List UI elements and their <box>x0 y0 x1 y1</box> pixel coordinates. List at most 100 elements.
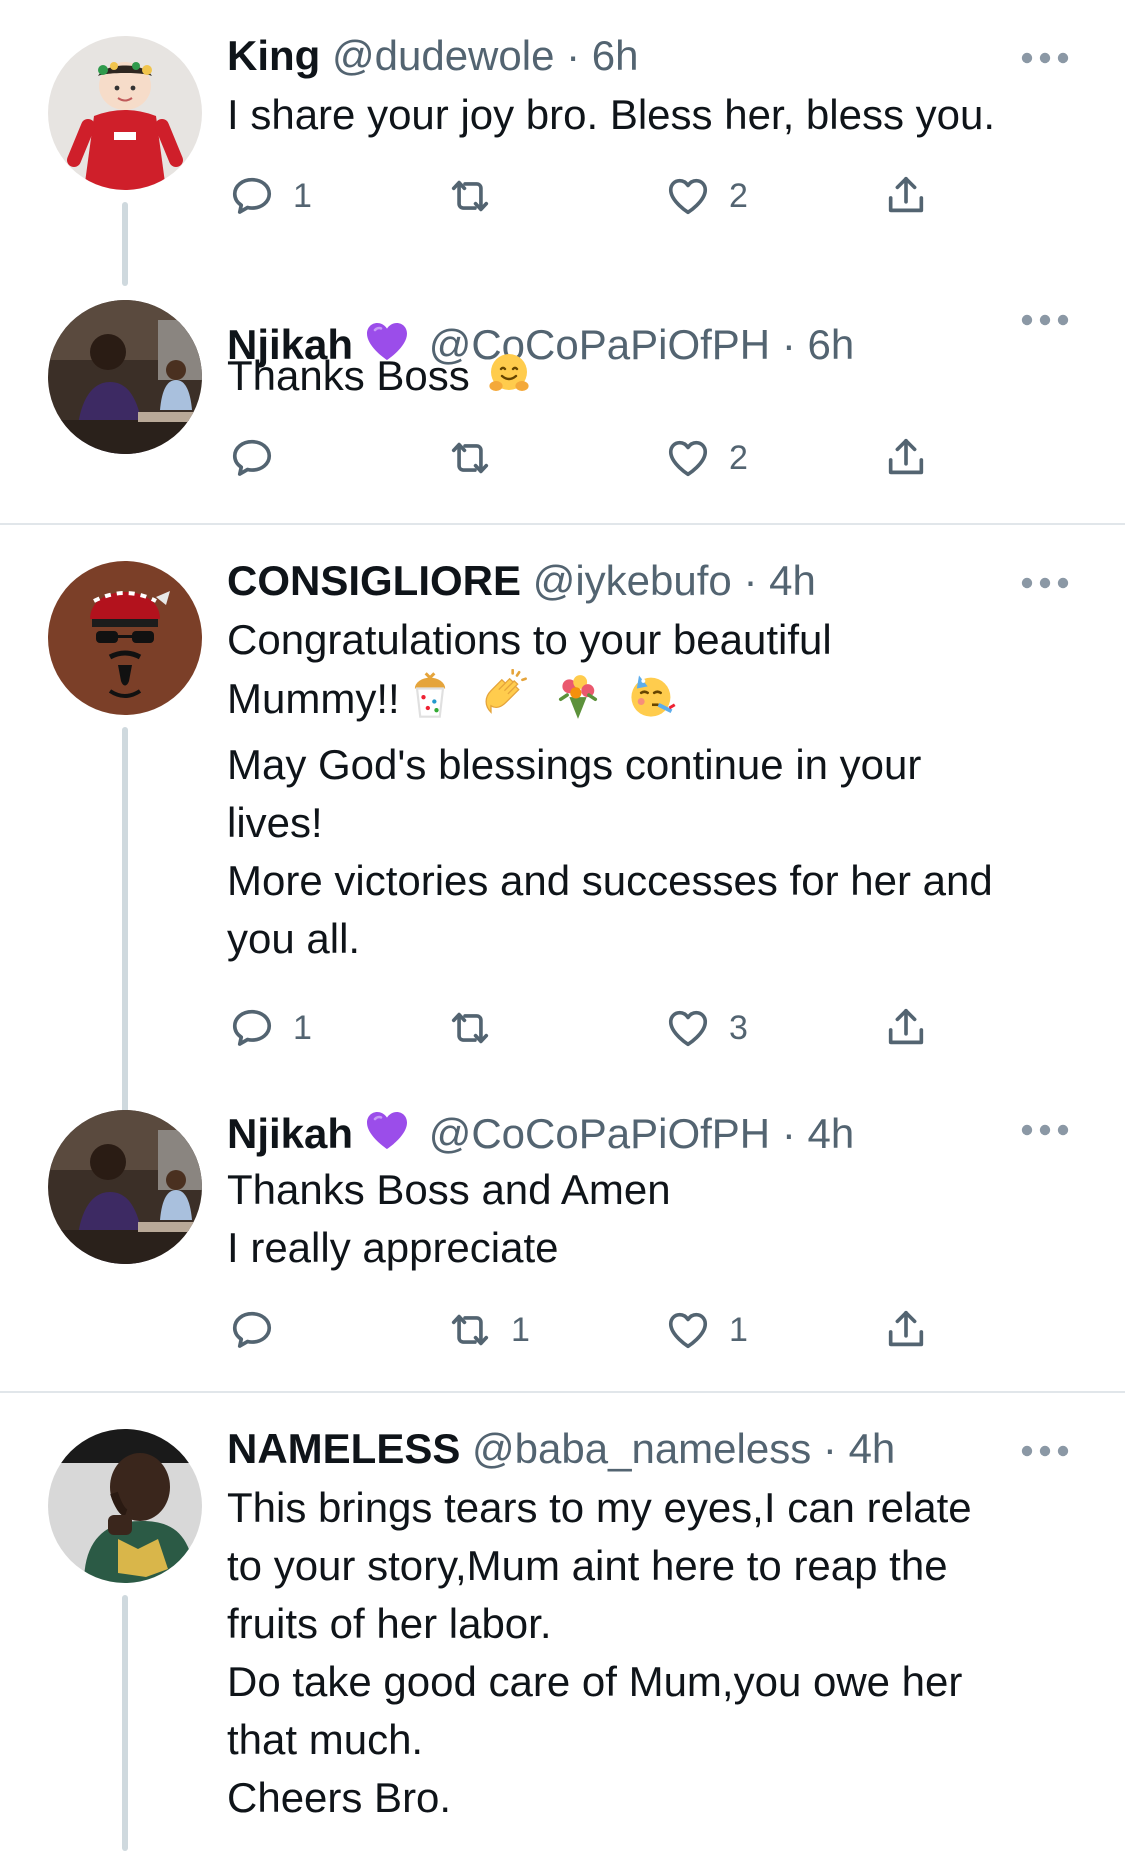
thread-line <box>122 202 128 286</box>
reply-tweet[interactable]: CONSIGLIORE @iykebufo · 4h Congratulatio… <box>0 525 1125 1118</box>
share-icon <box>883 1005 929 1051</box>
purple-heart-emoji <box>363 1106 411 1165</box>
retweet-button[interactable]: 1 <box>447 1305 530 1355</box>
username-handle[interactable]: @baba_nameless <box>472 1425 811 1472</box>
avatar[interactable] <box>48 1110 202 1264</box>
heart-icon <box>665 435 711 481</box>
heart-icon <box>665 1005 711 1051</box>
share-button[interactable] <box>883 1003 929 1053</box>
more-options-icon[interactable] <box>1019 300 1071 340</box>
tweet-text-line: I share your joy bro. Bless her, bless y… <box>227 91 996 138</box>
tweet-header: King @dudewole · 6h <box>227 31 639 81</box>
retweet-button[interactable] <box>447 1003 511 1053</box>
like-count: 2 <box>729 177 748 215</box>
avatar[interactable] <box>48 561 202 715</box>
timestamp[interactable]: 4h <box>807 1110 854 1157</box>
retweet-icon <box>447 173 493 219</box>
thread-line <box>122 727 128 1118</box>
avatar[interactable] <box>48 1429 202 1583</box>
display-name[interactable]: CONSIGLIORE <box>227 557 521 604</box>
retweet-icon <box>447 1307 493 1353</box>
reply-tweet[interactable]: King @dudewole · 6h I share your joy bro… <box>0 0 1125 286</box>
more-options-icon[interactable] <box>1019 563 1071 603</box>
tweet-text-line: Do take good care of Mum,you owe her <box>227 1658 963 1705</box>
tweet-text-content: Thanks Boss <box>227 352 470 399</box>
avatar[interactable] <box>48 300 202 454</box>
more-options-icon[interactable] <box>1019 1431 1071 1471</box>
tweet-header: NAMELESS @baba_nameless · 4h <box>227 1424 895 1474</box>
partying-face-emoji <box>626 669 678 736</box>
tweet-header: CONSIGLIORE @iykebufo · 4h <box>227 556 816 606</box>
like-button[interactable]: 2 <box>665 171 748 221</box>
baby-avatar-image <box>48 36 202 190</box>
reply-button[interactable]: 1 <box>229 1003 312 1053</box>
tweet-text-line: May God's blessings continue in your <box>227 741 922 788</box>
timestamp[interactable]: 4h <box>769 557 816 604</box>
timestamp[interactable]: 6h <box>592 32 639 79</box>
more-options-icon[interactable] <box>1019 1110 1071 1150</box>
reply-count: 1 <box>293 177 312 215</box>
display-name[interactable]: Njikah <box>227 1110 353 1157</box>
separator-dot: · <box>822 1425 837 1472</box>
reply-count: 1 <box>293 1009 312 1047</box>
separator-dot: · <box>743 557 758 604</box>
share-button[interactable] <box>883 433 929 483</box>
tweet-text-line: that much. <box>227 1716 424 1763</box>
tweet-text-content: Mummy!! <box>227 675 400 722</box>
clapping-hands-emoji <box>478 669 530 736</box>
reply-icon <box>229 435 275 481</box>
tweet-text-line: Thanks Boss <box>227 347 1087 413</box>
tweet-text-line: lives! <box>227 799 323 846</box>
consigliore-avatar-image <box>48 561 202 715</box>
action-bar: 1 3 <box>227 1003 987 1053</box>
tweet-text: Thanks Boss and Amen I really appreciate <box>227 1161 1087 1277</box>
separator-dot: · <box>781 1110 796 1157</box>
tweet-text-line: to your story,Mum aint here to reap the <box>227 1542 948 1589</box>
retweet-icon <box>447 435 493 481</box>
like-button[interactable]: 3 <box>665 1003 748 1053</box>
like-count: 2 <box>729 439 748 477</box>
reply-button[interactable]: 1 <box>229 171 312 221</box>
heart-icon <box>665 173 711 219</box>
reply-tweet[interactable]: Njikah @CoCoPaPiOfPH · 4h Thanks Boss an… <box>0 1088 1125 1391</box>
tweet-text: I share your joy bro. Bless her, bless y… <box>227 86 1087 144</box>
confetti-ball-emoji <box>404 669 456 736</box>
action-bar: 2 <box>227 433 987 483</box>
username-handle[interactable]: @dudewole <box>332 32 554 79</box>
display-name[interactable]: NAMELESS <box>227 1425 460 1472</box>
timestamp[interactable]: 4h <box>849 1425 896 1472</box>
action-bar: 1 2 <box>227 171 987 221</box>
tweet-text-line: Thanks Boss and Amen <box>227 1166 671 1213</box>
tweet-text-line: I really appreciate <box>227 1224 559 1271</box>
username-handle[interactable]: @iykebufo <box>533 557 732 604</box>
username-handle[interactable]: @CoCoPaPiOfPH <box>429 1110 770 1157</box>
retweet-button[interactable] <box>447 433 511 483</box>
display-name[interactable]: King <box>227 32 320 79</box>
nameless-avatar-image <box>48 1429 202 1583</box>
bouquet-emoji <box>552 669 604 736</box>
share-button[interactable] <box>883 1305 929 1355</box>
tweet-text-line: This brings tears to my eyes,I can relat… <box>227 1484 972 1531</box>
retweet-button[interactable] <box>447 171 511 221</box>
like-button[interactable]: 2 <box>665 433 748 483</box>
reply-tweet[interactable]: Njikah @CoCoPaPiOfPH · 6h Thanks Boss 2 <box>0 286 1125 522</box>
retweet-icon <box>447 1005 493 1051</box>
like-button[interactable]: 1 <box>665 1305 748 1355</box>
hugging-face-emoji <box>485 350 533 413</box>
tweet-text: This brings tears to my eyes,I can relat… <box>227 1479 1087 1827</box>
njikah-avatar-image <box>48 1110 202 1264</box>
tweet-text: Thanks Boss <box>227 347 1087 413</box>
like-count: 1 <box>729 1311 748 1349</box>
reply-icon <box>229 1307 275 1353</box>
more-options-icon[interactable] <box>1019 38 1071 78</box>
share-icon <box>883 173 929 219</box>
separator-dot: · <box>566 32 581 79</box>
njikah-avatar-image <box>48 300 202 454</box>
tweet-text-line: More victories and successes for her and <box>227 857 993 904</box>
reply-button[interactable] <box>229 1305 293 1355</box>
reply-tweet[interactable]: NAMELESS @baba_nameless · 4h This brings… <box>0 1393 1125 1851</box>
tweet-text-line: Cheers Bro. <box>227 1774 452 1821</box>
reply-button[interactable] <box>229 433 293 483</box>
avatar[interactable] <box>48 36 202 190</box>
share-button[interactable] <box>883 171 929 221</box>
